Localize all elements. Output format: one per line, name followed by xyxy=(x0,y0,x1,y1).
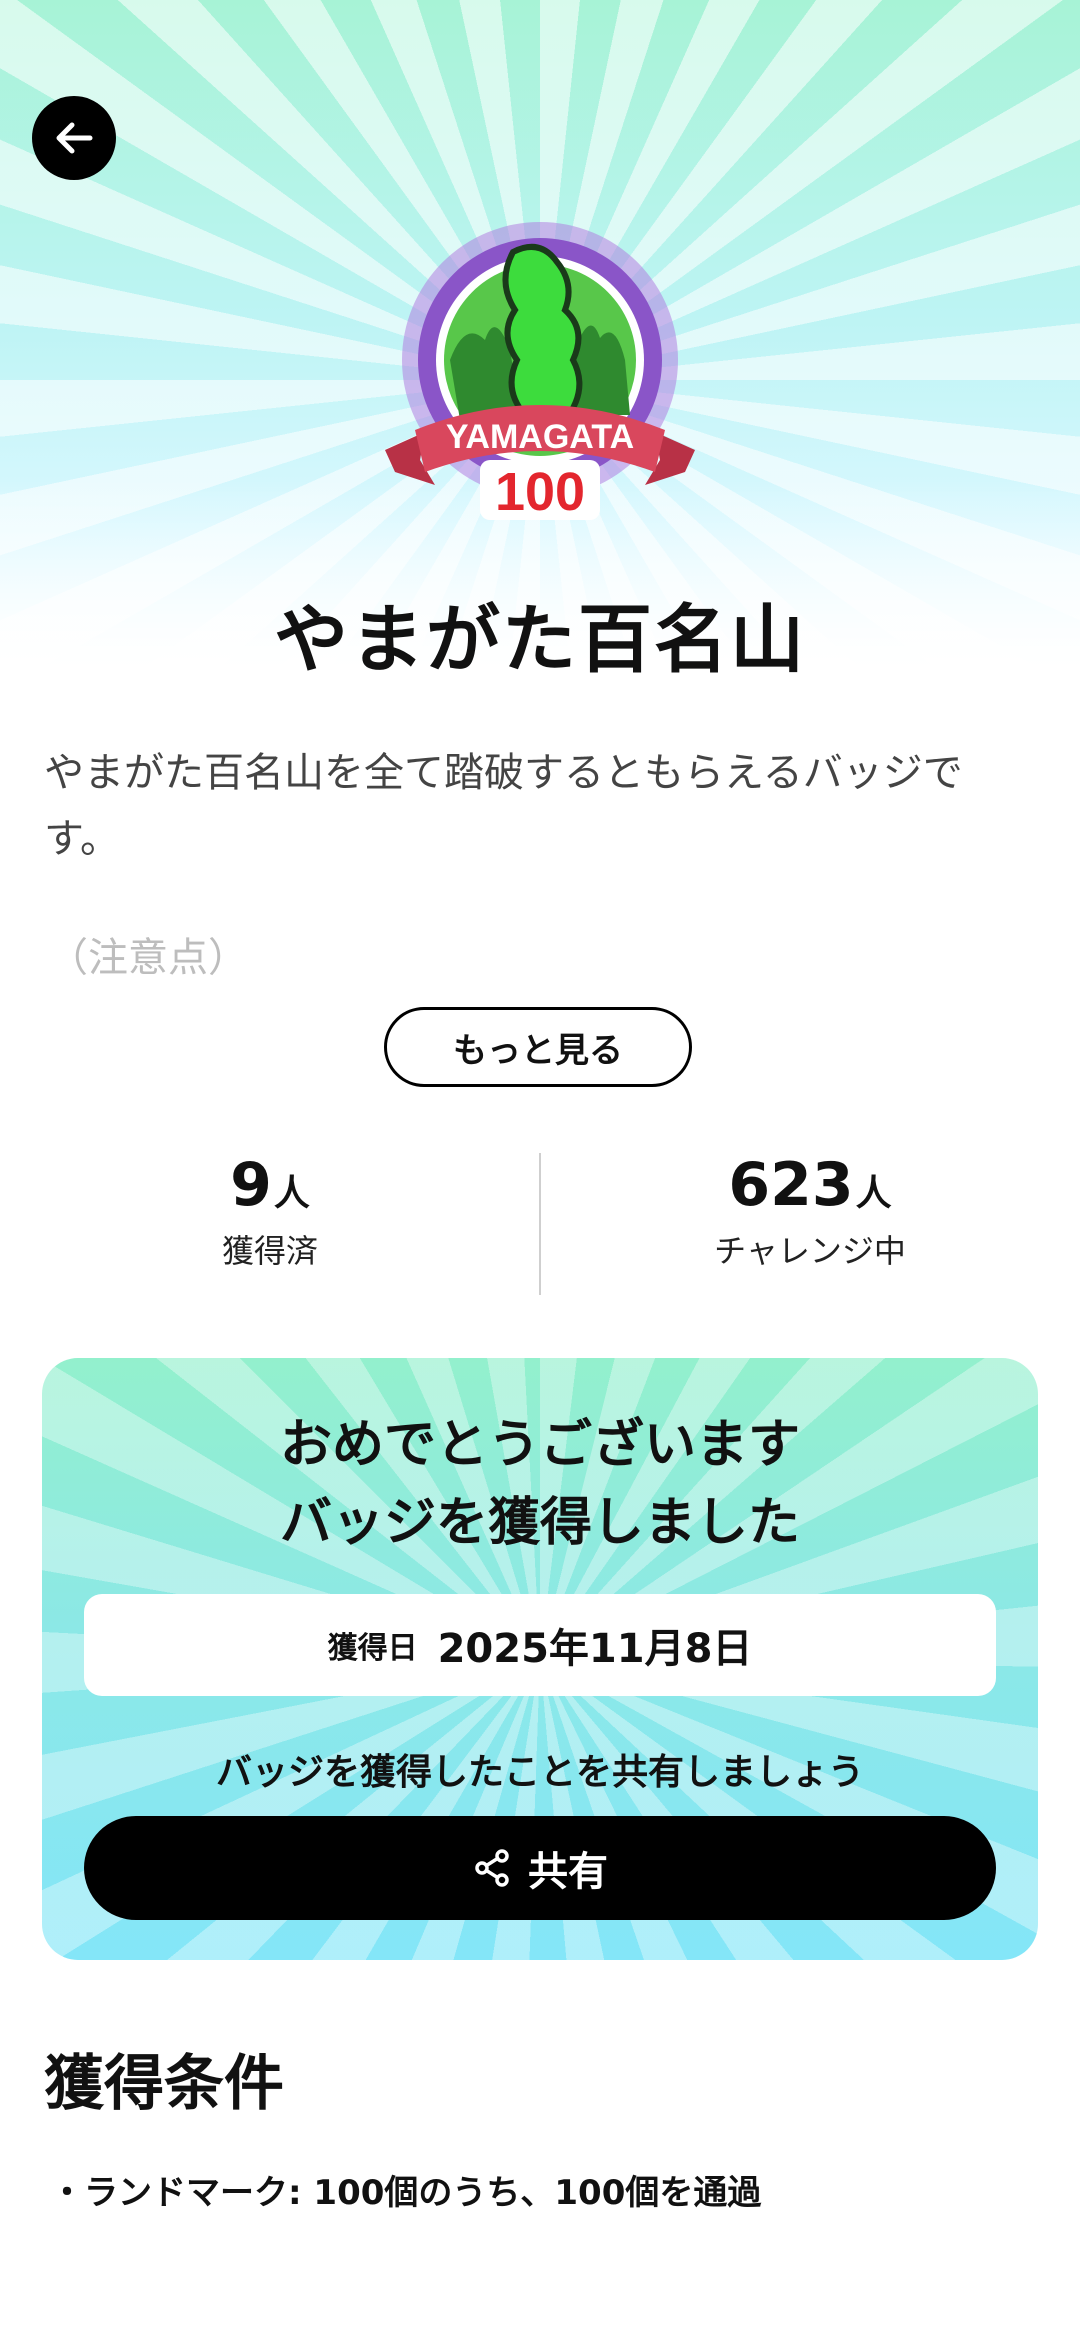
acquired-date-box: 獲得日 2025年11月8日 xyxy=(84,1594,996,1696)
challenging-count: 623 xyxy=(728,1150,854,1220)
badge-image: YAMAGATA 100 xyxy=(385,222,695,522)
congrats-line-1: おめでとうございます xyxy=(279,1415,800,1475)
acquired-count: 9 xyxy=(230,1150,272,1220)
congrats-card: おめでとうございます バッジを獲得しました 獲得日 2025年11月8日 バッジ… xyxy=(42,1358,1038,1960)
challenging-label: チャレンジ中 xyxy=(714,1232,906,1270)
note-label: （注意点） xyxy=(48,935,248,981)
badge-number-text: 100 xyxy=(495,462,585,522)
share-icon xyxy=(475,1849,509,1887)
share-message: バッジを獲得したことを共有しましょう xyxy=(215,1752,864,1793)
congrats-line-2: バッジを獲得しました xyxy=(279,1493,800,1553)
back-button[interactable] xyxy=(32,96,116,180)
condition-item: ・ランドマーク: 100個のうち、100個を通過 xyxy=(50,2173,762,2213)
share-button-label: 共有 xyxy=(528,1849,608,1895)
stat-challenging: 623人 チャレンジ中 xyxy=(540,1150,1080,1272)
acquired-date-value: 2025年11月8日 xyxy=(437,1626,753,1672)
share-button[interactable]: 共有 xyxy=(84,1816,996,1920)
acquired-unit: 人 xyxy=(273,1173,310,1214)
badge-banner-text: YAMAGATA xyxy=(446,418,634,456)
challenging-unit: 人 xyxy=(855,1173,892,1214)
stats-divider xyxy=(539,1153,541,1295)
see-more-button[interactable]: もっと見る xyxy=(384,1007,692,1087)
conditions-title: 獲得条件 xyxy=(44,2049,284,2119)
acquired-label: 獲得済 xyxy=(221,1232,318,1270)
congrats-heading: おめでとうございます バッジを獲得しました xyxy=(42,1406,1038,1562)
badge-description: やまがた百名山を全て踏破するともらえるバッジです。 xyxy=(44,750,963,862)
stat-acquired: 9人 獲得済 xyxy=(0,1150,540,1272)
badge-title: やまがた百名山 xyxy=(274,597,806,683)
acquired-date-label: 獲得日 xyxy=(327,1631,418,1666)
arrow-left-icon xyxy=(56,122,93,154)
